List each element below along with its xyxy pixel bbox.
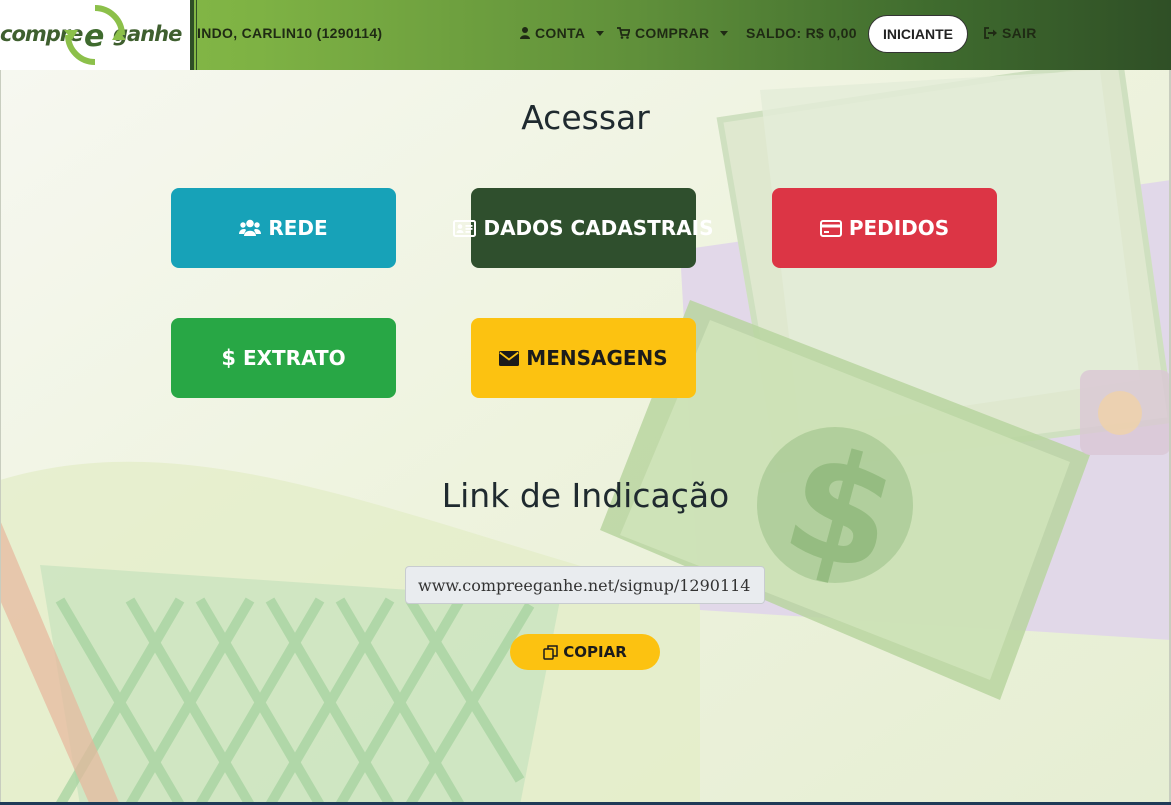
tile-pedidos-button[interactable]: PEDIDOS [772, 188, 997, 268]
svg-text:e: e [84, 19, 104, 54]
tile-dados-cadastrais-button[interactable]: DADOS CADASTRAIS [453, 188, 714, 268]
tile-pedidos-label: PEDIDOS [848, 216, 950, 240]
logo[interactable]: compre ganhe e [0, 0, 190, 70]
shopping-cart-icon [617, 27, 630, 39]
copy-icon [543, 644, 558, 660]
nav-logout-link[interactable]: SAIR [984, 25, 1037, 41]
referral-link-input[interactable] [405, 566, 765, 604]
balance-text: SALDO: R$ 0,00 [746, 25, 857, 41]
chevron-down-icon [720, 30, 729, 36]
envelope-icon [499, 350, 520, 366]
tile-mensagens-label: MENSAGENS [526, 346, 668, 370]
nav-balance: SALDO: R$ 0,00 [746, 25, 857, 41]
copy-button-label: COPIAR [563, 643, 627, 661]
nav-account-label: CONTA [535, 25, 586, 41]
users-icon [239, 219, 262, 236]
tile-dados-cadastrais-label: DADOS CADASTRAIS [483, 216, 714, 240]
access-title: Acessar [521, 98, 650, 137]
tile-rede-button[interactable]: REDE [171, 188, 396, 268]
sign-out-icon [984, 27, 997, 39]
copy-link-button[interactable]: COPIAR [510, 634, 660, 670]
logo-divider [190, 0, 194, 70]
tile-mensagens-button[interactable]: MENSAGENS [471, 318, 696, 398]
credit-card-icon [819, 219, 842, 237]
dollar-icon: $ [221, 346, 236, 370]
tile-extrato-label: EXTRATO [242, 346, 346, 370]
frame-left [0, 70, 1, 805]
logo-recycle-e-icon: e [64, 5, 126, 65]
level-badge[interactable]: INICIANTE [868, 15, 968, 53]
top-navbar: compre ganhe e INDO, CARLIN10 (1290114) … [0, 0, 1171, 70]
nav-buy-label: COMPRAR [635, 25, 710, 41]
user-icon [520, 27, 530, 39]
welcome-user-text: INDO, CARLIN10 (1290114) [197, 25, 383, 41]
tile-rede-label: REDE [268, 216, 328, 240]
chevron-down-icon [596, 30, 605, 36]
referral-title: Link de Indicação [441, 476, 730, 515]
nav-account-dropdown[interactable]: CONTA [520, 25, 605, 41]
tile-extrato-button[interactable]: $ EXTRATO [171, 318, 396, 398]
nav-buy-dropdown[interactable]: COMPRAR [617, 25, 729, 41]
id-card-icon [453, 219, 477, 237]
nav-logout-label: SAIR [1002, 25, 1037, 41]
